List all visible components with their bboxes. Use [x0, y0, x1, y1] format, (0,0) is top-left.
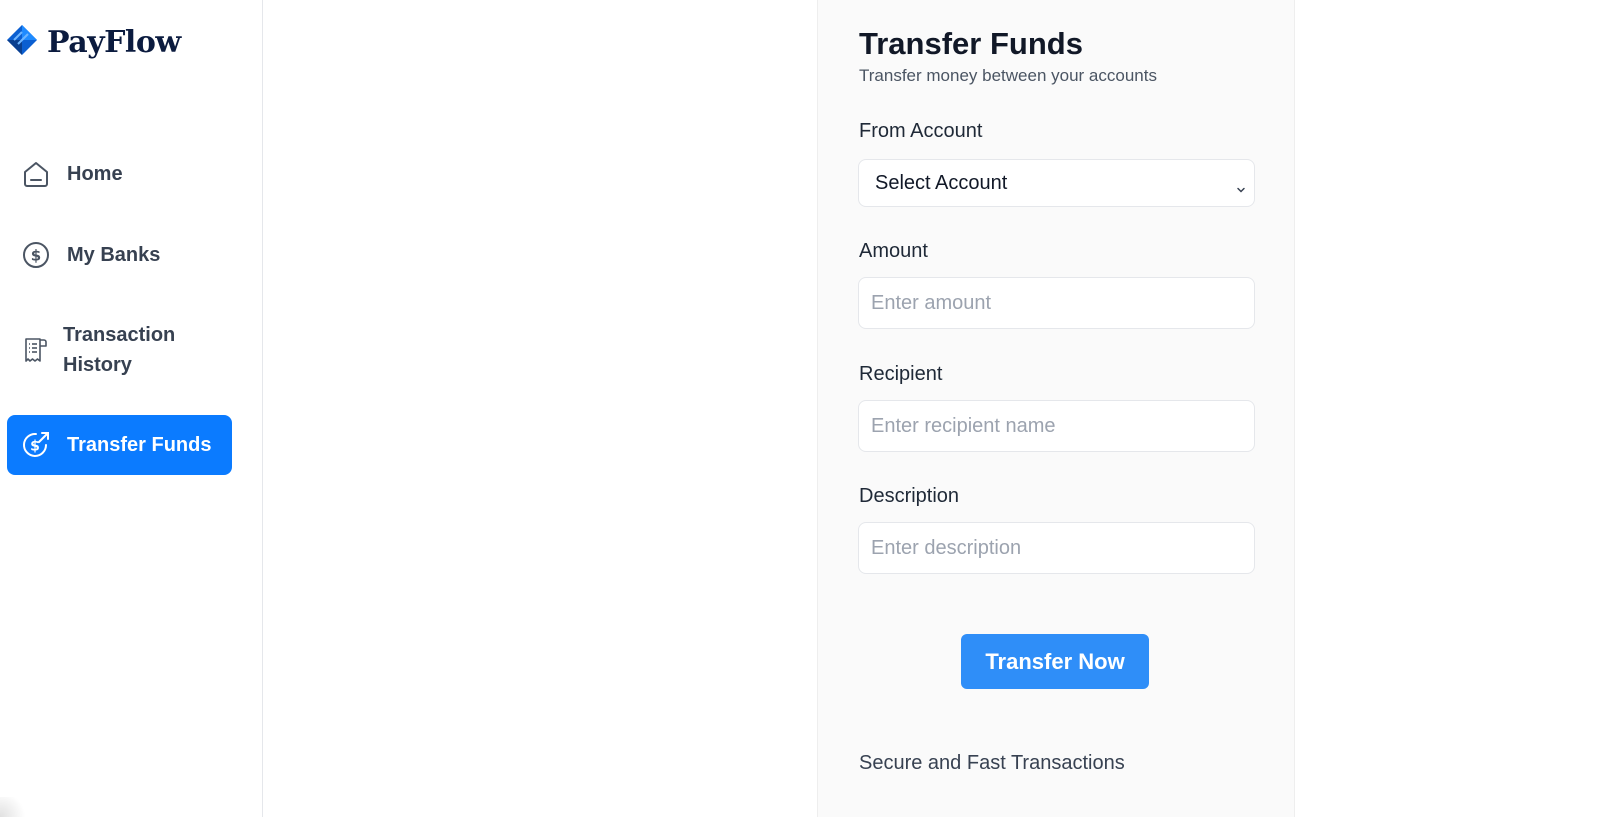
sidebar-item-my-banks[interactable]: $ My Banks	[7, 233, 232, 277]
description-placeholder: Enter description	[871, 536, 1022, 559]
transfer-now-button[interactable]: Transfer Now	[961, 634, 1149, 689]
chevron-down-icon	[1236, 178, 1246, 193]
sidebar: PayFlow Home $ My Banks Transaction Hist…	[0, 0, 263, 817]
home-icon	[21, 159, 51, 189]
sidebar-item-label: My Banks	[67, 243, 161, 266]
description-input[interactable]: Enter description	[858, 522, 1255, 574]
page-subtitle: Transfer money between your accounts	[859, 66, 1157, 85]
amount-input[interactable]: Enter amount	[858, 277, 1255, 329]
recipient-input[interactable]: Enter recipient name	[858, 400, 1255, 452]
sidebar-item-label: Home	[67, 162, 123, 185]
page-title: Transfer Funds	[859, 26, 1083, 61]
description-label: Description	[859, 485, 960, 507]
from-account-select[interactable]: Select Account	[858, 159, 1255, 207]
from-account-value: Select Account	[875, 171, 1008, 194]
sidebar-item-home[interactable]: Home	[7, 152, 232, 196]
brand-name: PayFlow	[47, 24, 181, 60]
transfer-dollar-icon: $	[21, 430, 51, 460]
amount-placeholder: Enter amount	[871, 291, 992, 314]
corner-shadow	[0, 797, 30, 817]
recipient-label: Recipient	[859, 363, 943, 385]
sidebar-item-label: Transfer Funds	[67, 433, 212, 456]
recipient-placeholder: Enter recipient name	[871, 414, 1056, 437]
receipt-icon	[21, 335, 51, 365]
sidebar-item-transaction-history[interactable]: Transaction History	[7, 317, 232, 383]
footer-note: Secure and Fast Transactions	[859, 752, 1125, 774]
diamond-logo-icon	[6, 24, 38, 61]
svg-text:$: $	[30, 439, 40, 455]
svg-text:$: $	[31, 247, 41, 265]
sidebar-item-label: Transaction History	[63, 324, 176, 376]
dollar-circle-icon: $	[21, 240, 51, 270]
from-account-label: From Account	[859, 120, 983, 142]
app-root: PayFlow Home $ My Banks Transaction Hist…	[0, 0, 1601, 817]
amount-label: Amount	[859, 240, 928, 262]
brand-logo[interactable]: PayFlow	[6, 20, 181, 64]
transfer-form-card: Transfer Funds Transfer money between yo…	[817, 0, 1295, 817]
sidebar-item-transfer-funds[interactable]: $ Transfer Funds	[7, 415, 232, 475]
